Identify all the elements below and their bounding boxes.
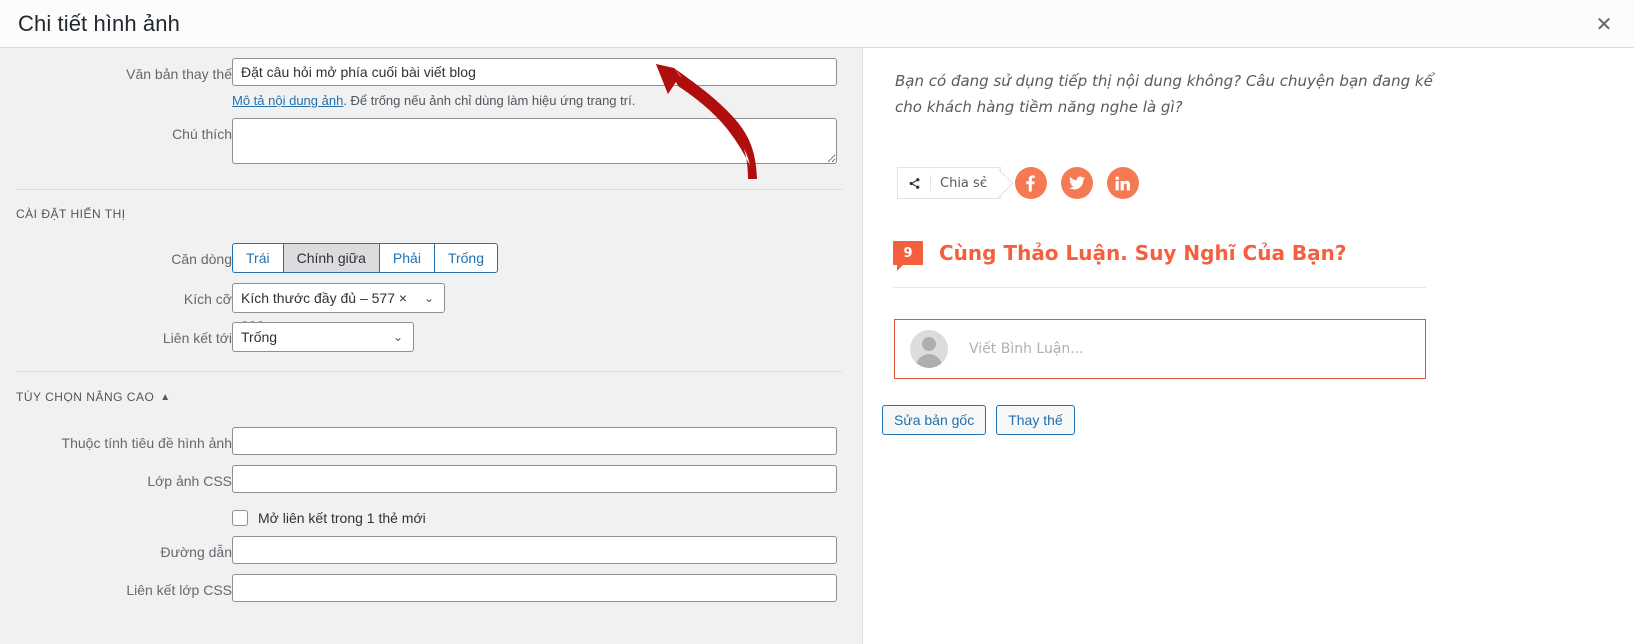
align-button-group: Trái Chính giữa Phải Trống	[232, 243, 498, 273]
alt-text-helper-rest: . Để trống nếu ảnh chỉ dùng làm hiệu ứng…	[343, 93, 636, 108]
preview-actions: Sửa bản gốc Thay thế	[882, 405, 1085, 435]
size-select[interactable]: Kích thước đầy đủ – 577 × 338	[232, 283, 445, 334]
link-to-label: Liên kết tới	[162, 330, 232, 346]
open-new-tab-checkbox[interactable]	[232, 510, 248, 526]
advanced-heading-label: TÙY CHỌN NÂNG CAO	[16, 390, 155, 404]
comment-input-box[interactable]: Viết Bình Luận...	[894, 319, 1426, 379]
page-title: Chi tiết hình ảnh	[18, 11, 180, 36]
align-option-center[interactable]: Chính giữa	[282, 243, 379, 273]
twitter-icon[interactable]	[1060, 167, 1093, 199]
preview-paragraph: Bạn có đang sử dụng tiếp thị nội dung kh…	[895, 72, 1433, 116]
share-button-label: Chia sẻ	[940, 175, 988, 191]
modal-header: Chi tiết hình ảnh ✕	[0, 0, 1634, 48]
alt-text-input[interactable]	[232, 58, 837, 86]
align-option-none[interactable]: Trống	[433, 243, 498, 273]
divider-bottom	[16, 371, 842, 372]
align-label: Căn dòng	[171, 251, 232, 267]
avatar	[910, 330, 948, 368]
caption-textarea[interactable]	[232, 118, 837, 164]
comments-title: Cùng Thảo Luận. Suy Nghĩ Của Bạn?	[939, 241, 1347, 265]
caption-label: Chú thích	[172, 126, 232, 142]
align-option-right[interactable]: Phải	[378, 243, 434, 273]
settings-pane: Văn bản thay thế Mô tả nội dung ảnh. Để …	[0, 48, 863, 644]
title-attr-input[interactable]	[232, 427, 837, 455]
edit-original-button[interactable]: Sửa bản gốc	[882, 405, 987, 435]
align-option-left[interactable]: Trái	[232, 243, 283, 273]
link-to-select[interactable]: Trống	[232, 322, 414, 352]
css-class-input[interactable]	[232, 465, 837, 493]
caret-up-icon: ▲	[160, 392, 171, 403]
link-css-class-input[interactable]	[232, 574, 837, 602]
open-new-tab-label[interactable]: Mở liên kết trong 1 thẻ mới	[258, 509, 426, 527]
size-label: Kích cỡ	[183, 291, 232, 307]
image-details-modal: Chi tiết hình ảnh ✕ Văn bản thay thế Mô …	[0, 0, 1634, 644]
facebook-icon[interactable]	[1014, 167, 1047, 199]
link-url-label: Đường dẫn	[160, 544, 232, 560]
alt-text-helper: Mô tả nội dung ảnh. Để trống nếu ảnh chỉ…	[232, 92, 635, 110]
share-icon	[909, 177, 920, 189]
share-bar: Chia sẻ	[897, 167, 1139, 199]
alt-text-label: Văn bản thay thế	[126, 66, 232, 82]
comments-heading: 9 Cùng Thảo Luận. Suy Nghĩ Của Bạn?	[893, 241, 1347, 271]
open-new-tab-row: Mở liên kết trong 1 thẻ mới	[232, 509, 426, 527]
share-button[interactable]: Chia sẻ	[897, 167, 1014, 199]
comments-divider	[893, 287, 1426, 288]
link-css-class-label: Liên kết lớp CSS	[126, 582, 232, 598]
linkedin-icon[interactable]	[1106, 167, 1139, 199]
comment-input-placeholder: Viết Bình Luận...	[969, 341, 1084, 357]
divider-top	[16, 189, 842, 190]
advanced-heading[interactable]: TÙY CHỌN NÂNG CAO ▲	[16, 389, 171, 406]
link-url-input[interactable]	[232, 536, 837, 564]
css-class-label: Lớp ảnh CSS	[147, 473, 232, 489]
replace-button[interactable]: Thay thế	[996, 405, 1075, 435]
close-icon[interactable]: ✕	[1584, 5, 1624, 43]
alt-text-helper-link[interactable]: Mô tả nội dung ảnh	[232, 93, 343, 108]
display-settings-heading: CÀI ĐẶT HIỂN THỊ	[16, 207, 126, 221]
title-attr-label: Thuộc tính tiêu đề hình ảnh	[61, 435, 232, 451]
link-to-select-value: Trống	[241, 329, 278, 345]
share-separator	[930, 175, 931, 191]
comment-count-badge: 9	[893, 241, 923, 271]
share-arrow	[983, 168, 1014, 199]
